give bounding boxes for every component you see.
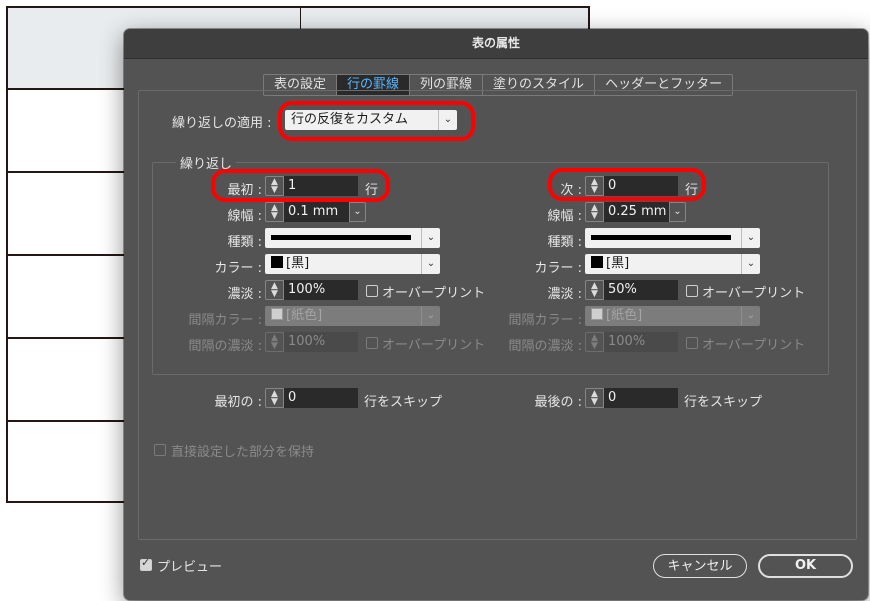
table-row-line: [8, 254, 128, 256]
first-tint-label: 濃淡 :: [227, 287, 262, 302]
first-color-label: カラー :: [214, 261, 262, 276]
first-gap-tint-input[interactable]: 100%: [284, 332, 358, 352]
dialog-title: 表の属性: [124, 29, 868, 59]
stepper-arrows-icon[interactable]: ▲ ▼: [265, 388, 284, 408]
first-tint-stepper[interactable]: ▲ ▼ 100%: [265, 280, 358, 300]
first-color-value: [黒]: [286, 256, 310, 271]
stepper-arrows-icon[interactable]: ▲ ▼: [265, 332, 284, 352]
skip-first-unit: 行をスキップ: [364, 395, 443, 410]
repeat-apply-label: 繰り返しの適用 :: [172, 116, 272, 131]
first-count-stepper[interactable]: ▲ ▼ 1: [265, 176, 358, 196]
repeat-pattern-value: 行の反復をカスタム: [291, 112, 409, 127]
cancel-button[interactable]: キャンセル: [653, 554, 747, 578]
next-type-label: 種類 :: [547, 235, 582, 250]
chevron-down-icon: ⌄: [741, 228, 760, 248]
next-gap-overprint-checkbox[interactable]: [686, 337, 698, 349]
chevron-down-icon: ⌄: [438, 110, 457, 130]
next-gap-tint-input[interactable]: 100%: [604, 332, 678, 352]
first-weight-label: 線幅 :: [227, 209, 262, 224]
color-swatch: [591, 308, 603, 320]
first-overprint-label: オーバープリント: [382, 286, 486, 301]
next-color-select[interactable]: [黒] ⌄: [585, 254, 760, 274]
next-gap-color-label: 間隔カラー :: [508, 313, 582, 328]
stepper-arrows-icon[interactable]: ▲ ▼: [585, 332, 604, 352]
skip-first-stepper[interactable]: ▲ ▼ 0: [265, 388, 358, 408]
next-color-value: [黒]: [606, 256, 630, 271]
next-gap-color-value: [紙色]: [606, 308, 643, 323]
next-color-label: カラー :: [534, 261, 582, 276]
next-weight-combo[interactable]: ▲ ▼ 0.25 mm ⌄: [585, 202, 686, 222]
first-weight-input[interactable]: 0.1 mm: [284, 202, 349, 222]
next-tint-input[interactable]: 50%: [604, 280, 678, 300]
stroke-type-sample: [271, 235, 411, 240]
stroke-type-sample: [591, 235, 731, 240]
stepper-arrows-icon[interactable]: ▲ ▼: [585, 388, 604, 408]
chevron-down-icon: ⌄: [741, 306, 760, 326]
first-gap-color-select[interactable]: [紙色] ⌄: [265, 306, 440, 326]
chevron-down-icon: ⌄: [421, 306, 440, 326]
next-weight-label: 線幅 :: [547, 209, 582, 224]
first-tint-input[interactable]: 100%: [284, 280, 358, 300]
stepper-arrows-icon[interactable]: ▲ ▼: [265, 176, 284, 196]
chevron-down-icon[interactable]: ⌄: [669, 202, 686, 222]
first-gap-tint-stepper[interactable]: ▲ ▼ 100%: [265, 332, 358, 352]
stepper-arrows-icon[interactable]: ▲ ▼: [585, 202, 604, 222]
preserve-local-label: 直接設定した部分を保持: [171, 445, 315, 460]
skip-last-label: 最後の :: [534, 395, 582, 410]
table-row-line: [8, 420, 128, 422]
table-row-line: [8, 337, 128, 339]
next-tint-stepper[interactable]: ▲ ▼ 50%: [585, 280, 678, 300]
color-swatch: [271, 308, 283, 320]
first-color-select[interactable]: [黒] ⌄: [265, 254, 440, 274]
first-gap-overprint-checkbox[interactable]: [366, 337, 378, 349]
chevron-down-icon[interactable]: ⌄: [349, 202, 366, 222]
stepper-arrows-icon[interactable]: ▲ ▼: [265, 280, 284, 300]
next-gap-overprint-label: オーバープリント: [702, 338, 806, 353]
first-gap-color-label: 間隔カラー :: [188, 313, 262, 328]
first-count-unit: 行: [365, 183, 379, 198]
first-weight-combo[interactable]: ▲ ▼ 0.1 mm ⌄: [265, 202, 366, 222]
preview-checkbox[interactable]: [140, 556, 152, 571]
chevron-down-icon: ⌄: [741, 254, 760, 274]
skip-last-stepper[interactable]: ▲ ▼ 0: [585, 388, 678, 408]
table-row-line: [8, 171, 128, 173]
repeat-pattern-select[interactable]: 行の反復をカスタム ⌄: [285, 110, 457, 130]
next-overprint-label: オーバープリント: [702, 286, 806, 301]
next-count-input[interactable]: 0: [604, 176, 678, 196]
first-type-select[interactable]: ⌄: [265, 228, 440, 248]
chevron-down-icon: ⌄: [421, 254, 440, 274]
next-type-select[interactable]: ⌄: [585, 228, 760, 248]
next-gap-color-select[interactable]: [紙色] ⌄: [585, 306, 760, 326]
first-count-input[interactable]: 1: [284, 176, 358, 196]
stepper-arrows-icon[interactable]: ▲ ▼: [585, 176, 604, 196]
first-gap-tint-label: 間隔の濃淡 :: [188, 339, 262, 354]
next-count-label: 次 :: [560, 183, 582, 198]
first-count-label: 最初 :: [227, 183, 262, 198]
stepper-arrows-icon[interactable]: ▲ ▼: [585, 280, 604, 300]
next-weight-input[interactable]: 0.25 mm: [604, 202, 669, 222]
first-type-label: 種類 :: [227, 235, 262, 250]
skip-last-unit: 行をスキップ: [684, 395, 763, 410]
table-options-dialog: 表の属性 表の設定 行の罫線 列の罫線 塗りのスタイル ヘッダーとフッター 繰り…: [124, 29, 868, 600]
next-overprint-checkbox[interactable]: [686, 285, 698, 297]
skip-last-input[interactable]: 0: [604, 388, 678, 408]
ok-button[interactable]: OK: [758, 554, 853, 578]
first-overprint-checkbox[interactable]: [366, 285, 378, 297]
next-count-unit: 行: [685, 183, 699, 198]
color-swatch: [271, 256, 283, 268]
next-tint-label: 濃淡 :: [547, 287, 582, 302]
next-gap-tint-stepper[interactable]: ▲ ▼ 100%: [585, 332, 678, 352]
repeat-group-title: 繰り返し: [176, 153, 237, 172]
first-gap-color-value: [紙色]: [286, 308, 323, 323]
next-count-stepper[interactable]: ▲ ▼ 0: [585, 176, 678, 196]
preserve-local-checkbox[interactable]: [154, 444, 166, 456]
skip-first-label: 最初の :: [214, 395, 262, 410]
chevron-down-icon: ⌄: [421, 228, 440, 248]
color-swatch: [591, 256, 603, 268]
next-gap-tint-label: 間隔の濃淡 :: [508, 339, 582, 354]
stepper-arrows-icon[interactable]: ▲ ▼: [265, 202, 284, 222]
skip-first-input[interactable]: 0: [284, 388, 358, 408]
preview-label: プレビュー: [157, 560, 223, 575]
